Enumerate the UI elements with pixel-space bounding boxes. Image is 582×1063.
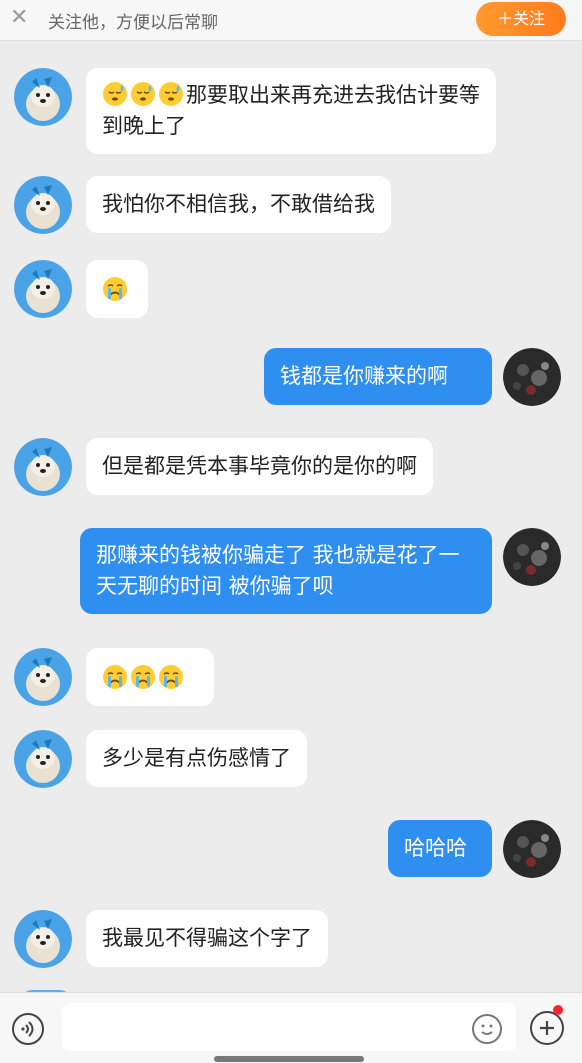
contact-avatar[interactable] [14,730,72,788]
close-icon[interactable]: ✕ [10,4,28,32]
incoming-message: 那要取出来再充进去我估计要等到晚上了 [86,68,496,154]
message-text: 钱都是你赚来的啊 [280,364,448,388]
emoji-icon[interactable] [472,1014,502,1044]
contact-avatar[interactable] [14,176,72,234]
outgoing-message: 那赚来的钱被你骗走了 我也就是花了一天无聊的时间 被你骗了呗 [80,528,492,614]
message-text: 我最见不得骗这个字了 [102,926,312,950]
message-text: 我怕你不相信我，不敢借给我 [102,192,375,216]
sweat-emoji-icon [158,81,184,107]
my-avatar[interactable] [503,348,561,406]
contact-avatar[interactable] [14,438,72,496]
my-avatar[interactable] [503,820,561,878]
notification-dot [553,1005,563,1015]
contact-avatar[interactable] [14,68,72,126]
input-bar [0,992,582,1063]
message-text: 那赚来的钱被你骗走了 我也就是花了一天无聊的时间 被你骗了呗 [96,543,460,598]
follow-button[interactable]: ＋关注 [476,2,566,36]
incoming-message [86,648,214,706]
contact-avatar[interactable] [14,648,72,706]
plus-icon[interactable] [530,1011,564,1045]
incoming-message: 但是都是凭本事毕竟你的是你的啊 [86,438,433,495]
voice-icon[interactable] [12,1013,44,1045]
cry-emoji-icon [102,664,128,690]
incoming-message [86,260,148,318]
message-text: 但是都是凭本事毕竟你的是你的啊 [102,454,417,478]
home-indicator [214,1056,364,1062]
cry-emoji-icon [158,664,184,690]
contact-avatar[interactable] [14,910,72,968]
message-text: 哈哈哈 [404,836,467,860]
message-text: 多少是有点伤感情了 [102,746,291,770]
incoming-message: 我最见不得骗这个字了 [86,910,328,967]
my-avatar[interactable] [503,528,561,586]
incoming-message: 多少是有点伤感情了 [86,730,307,787]
sweat-emoji-icon [130,81,156,107]
sweat-emoji-icon [102,81,128,107]
follow-banner: ✕ 关注他，方便以后常聊 ＋关注 [0,0,582,41]
incoming-message: 我怕你不相信我，不敢借给我 [86,176,391,233]
cry-emoji-icon [130,664,156,690]
outgoing-message: 哈哈哈 [388,820,492,877]
contact-avatar[interactable] [14,260,72,318]
cry-emoji-icon [102,276,128,302]
follow-tip-text: 关注他，方便以后常聊 [48,13,218,33]
message-input[interactable] [62,1003,516,1051]
outgoing-message: 钱都是你赚来的啊 [264,348,492,405]
